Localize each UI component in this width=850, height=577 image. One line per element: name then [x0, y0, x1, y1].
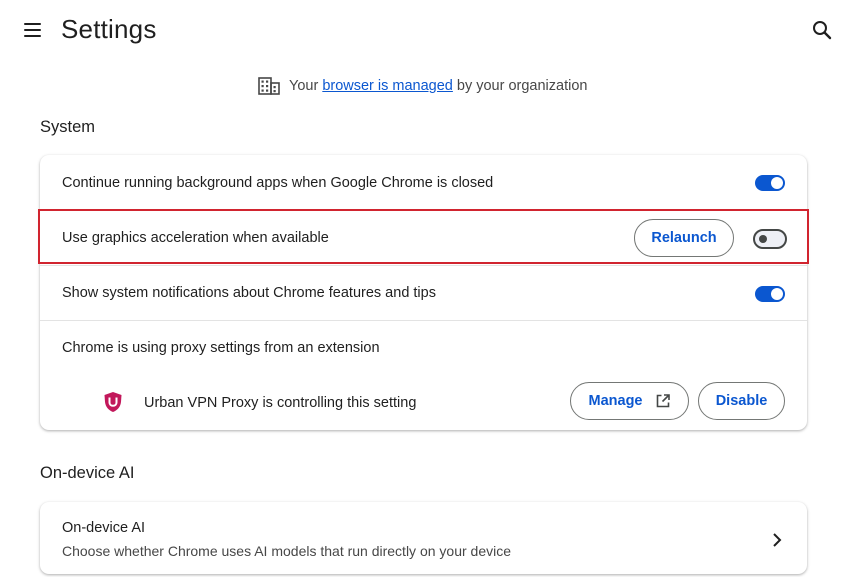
- manage-label: Manage: [588, 393, 643, 409]
- system-notifications-toggle[interactable]: [755, 286, 785, 302]
- on-device-ai-card[interactable]: On-device AI Choose whether Chrome uses …: [40, 502, 807, 574]
- system-section-title: System: [40, 118, 96, 136]
- managed-notice: Your browser is managed by your organiza…: [258, 76, 587, 96]
- background-apps-label: Continue running background apps when Go…: [62, 174, 494, 191]
- browser-managed-link[interactable]: browser is managed: [322, 78, 453, 94]
- search-icon[interactable]: [808, 16, 836, 44]
- urban-vpn-shield-icon: [104, 392, 122, 412]
- menu-icon[interactable]: [22, 20, 44, 40]
- system-notifications-row: Show system notifications about Chrome f…: [40, 265, 807, 320]
- system-notifications-label: Show system notifications about Chrome f…: [62, 285, 436, 301]
- extension-control-label: Urban VPN Proxy is controlling this sett…: [144, 394, 417, 411]
- manage-extension-button[interactable]: Manage: [570, 382, 689, 420]
- on-device-ai-row-description: Choose whether Chrome uses AI models tha…: [62, 543, 512, 559]
- background-apps-row: Continue running background apps when Go…: [40, 155, 807, 210]
- system-card: Continue running background apps when Go…: [40, 155, 807, 430]
- building-icon: [258, 77, 280, 95]
- graphics-acceleration-label: Use graphics acceleration when available: [62, 230, 329, 246]
- settings-header: Settings: [0, 0, 850, 62]
- disable-extension-button[interactable]: Disable: [698, 382, 785, 420]
- on-device-ai-row-title: On-device AI: [62, 520, 146, 536]
- extension-control-row: Urban VPN Proxy is controlling this sett…: [40, 375, 807, 430]
- proxy-settings-row: Chrome is using proxy settings from an e…: [40, 320, 807, 375]
- graphics-acceleration-row: Use graphics acceleration when available…: [40, 210, 807, 265]
- background-apps-toggle[interactable]: [755, 175, 785, 191]
- managed-suffix: by your organization: [456, 78, 588, 94]
- page-title: Settings: [61, 14, 157, 44]
- managed-prefix: Your: [289, 78, 319, 94]
- relaunch-button[interactable]: Relaunch: [634, 219, 734, 257]
- chevron-right-icon[interactable]: [771, 532, 783, 548]
- open-in-new-icon: [656, 394, 670, 408]
- on-device-ai-section-title: On-device AI: [40, 464, 135, 482]
- proxy-settings-label: Chrome is using proxy settings from an e…: [62, 340, 380, 356]
- graphics-acceleration-toggle[interactable]: [753, 229, 787, 249]
